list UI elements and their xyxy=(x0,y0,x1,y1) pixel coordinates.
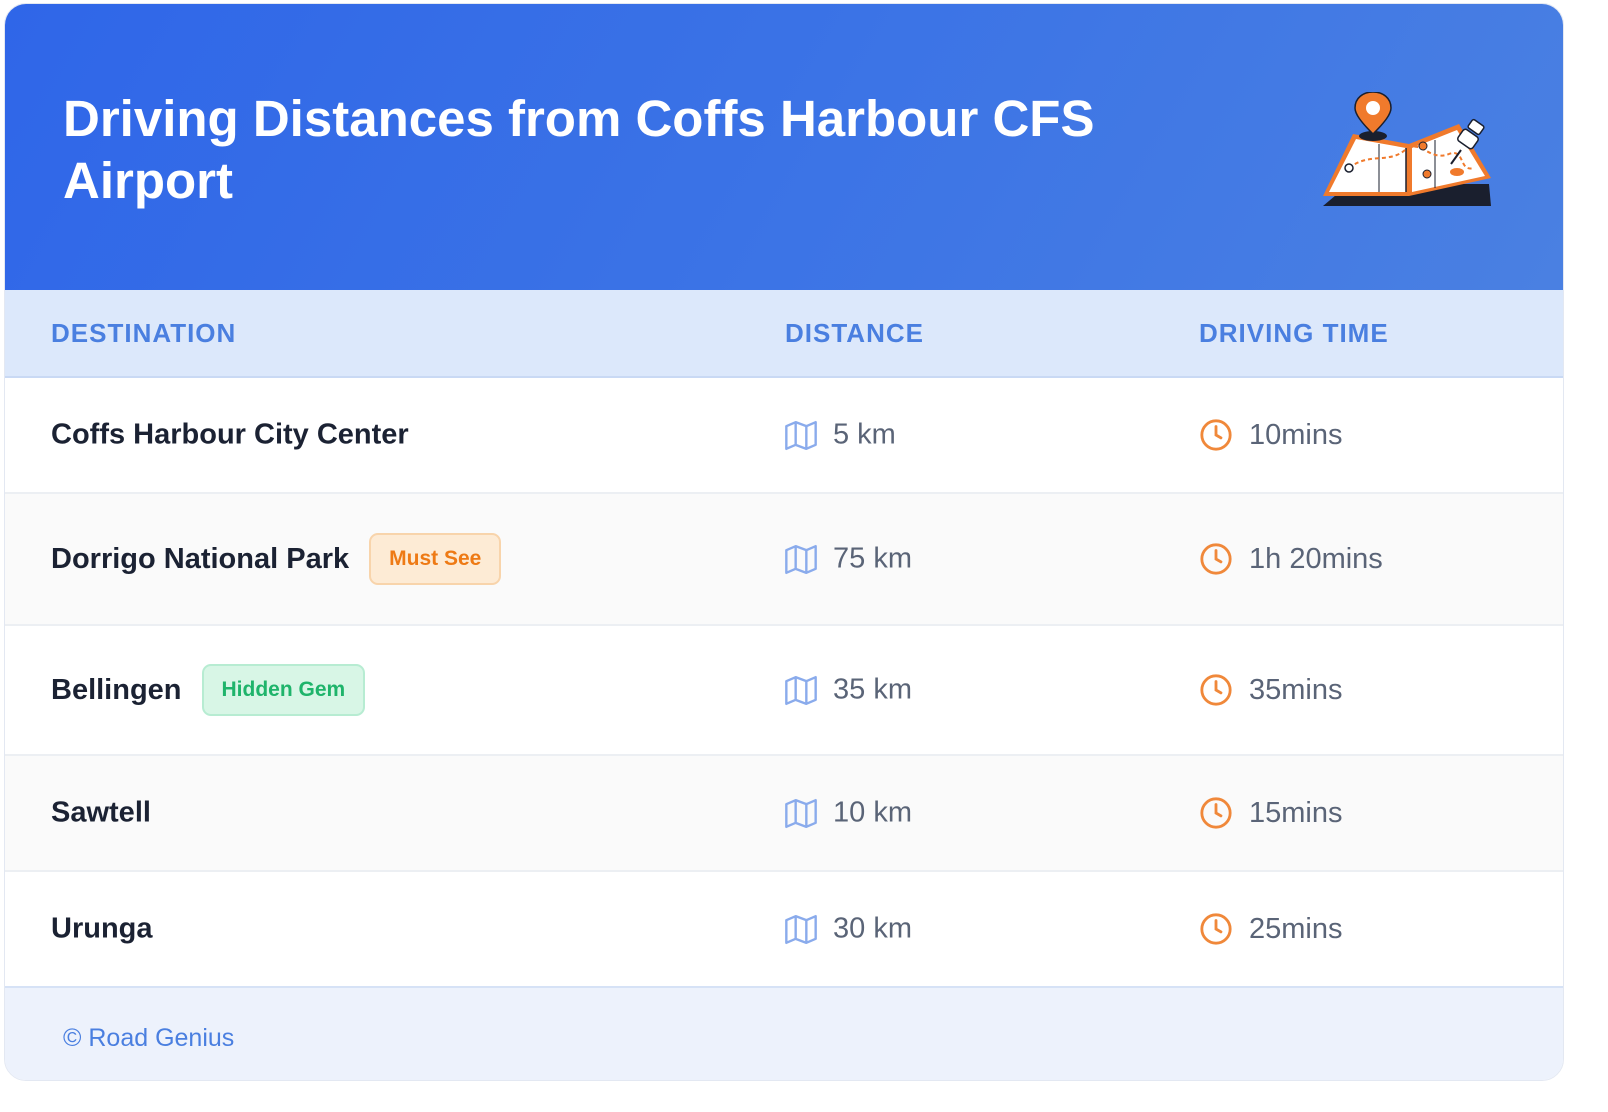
column-header-destination: DESTINATION xyxy=(51,318,237,348)
destination-name: Urunga xyxy=(51,912,153,945)
table-row: Urunga 30 km 25mins xyxy=(5,872,1563,986)
map-icon xyxy=(785,675,817,705)
destination-name: Coffs Harbour City Center xyxy=(51,418,409,451)
footer: © Road Genius xyxy=(5,986,1563,1080)
distance-value: 35 km xyxy=(833,673,912,706)
map-icon xyxy=(785,798,817,828)
clock-icon xyxy=(1199,912,1233,946)
time-value: 1h 20mins xyxy=(1249,542,1383,575)
time-value: 10mins xyxy=(1249,418,1343,451)
distance-value: 5 km xyxy=(833,418,896,451)
table-row: Sawtell 10 km 15mins xyxy=(5,756,1563,872)
header-banner: Driving Distances from Coffs Harbour CFS… xyxy=(5,4,1563,290)
distance-value: 75 km xyxy=(833,542,912,575)
clock-icon xyxy=(1199,673,1233,707)
table-header: DESTINATION DISTANCE DRIVING TIME xyxy=(5,290,1563,378)
hidden-gem-badge: Hidden Gem xyxy=(201,664,366,716)
page-title: Driving Distances from Coffs Harbour CFS… xyxy=(63,90,1095,209)
clock-icon xyxy=(1199,418,1233,452)
destination-name: Bellingen xyxy=(51,673,182,706)
distance-value: 10 km xyxy=(833,796,912,829)
table-row: Bellingen Hidden Gem 35 km 35mins xyxy=(5,626,1563,756)
distance-card: Driving Distances from Coffs Harbour CFS… xyxy=(4,3,1564,1081)
table-row: Dorrigo National Park Must See 75 km 1h … xyxy=(5,494,1563,626)
column-header-distance: DISTANCE xyxy=(785,318,924,348)
destination-name: Dorrigo National Park xyxy=(51,542,350,575)
destination-name: Sawtell xyxy=(51,796,151,829)
copyright-text: © Road Genius xyxy=(63,1024,235,1052)
map-pin-icon xyxy=(1323,92,1491,206)
map-icon xyxy=(785,544,817,574)
clock-icon xyxy=(1199,542,1233,576)
time-value: 35mins xyxy=(1249,673,1343,706)
time-value: 15mins xyxy=(1249,796,1343,829)
time-value: 25mins xyxy=(1249,912,1343,945)
column-header-driving-time: DRIVING TIME xyxy=(1199,318,1389,348)
must-see-badge: Must See xyxy=(369,533,502,585)
clock-icon xyxy=(1199,796,1233,830)
table-row: Coffs Harbour City Center 5 km 10mins xyxy=(5,378,1563,494)
distance-value: 30 km xyxy=(833,912,912,945)
map-icon xyxy=(785,420,817,450)
map-icon xyxy=(785,914,817,944)
